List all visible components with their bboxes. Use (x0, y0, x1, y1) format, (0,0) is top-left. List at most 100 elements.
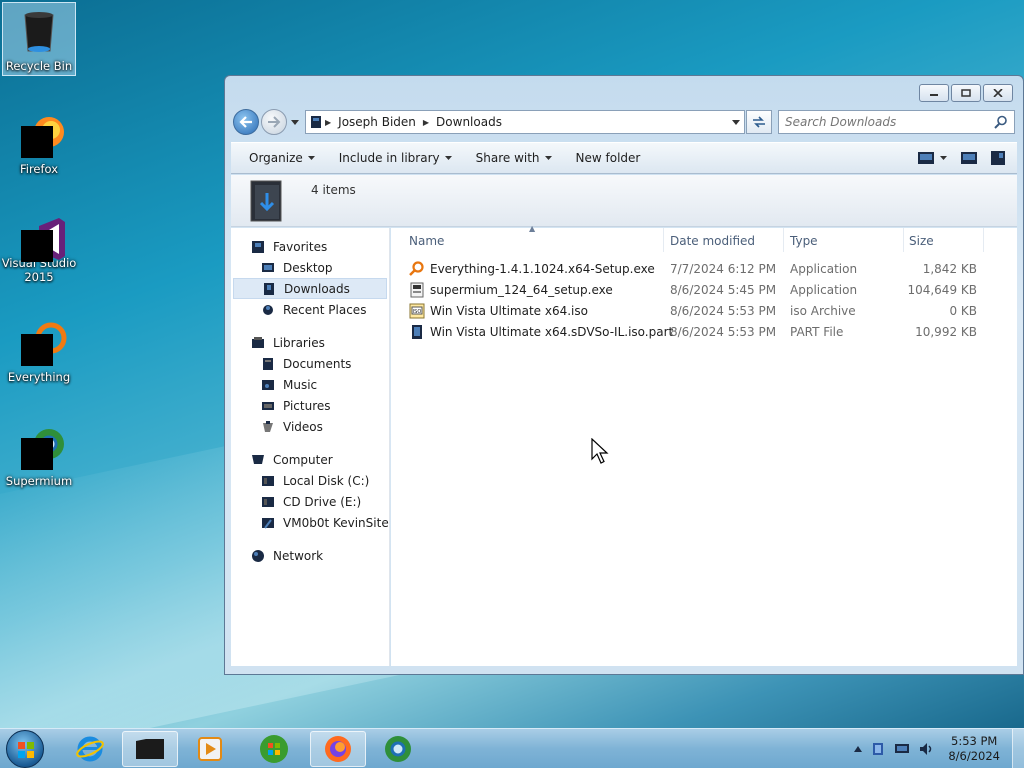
file-date: 8/6/2024 5:45 PM (670, 283, 777, 297)
share-with-label: Share with (475, 151, 540, 165)
minimize-button[interactable] (919, 84, 949, 102)
minimize-icon (930, 94, 938, 96)
change-view-button[interactable] (918, 152, 947, 164)
nav-local-disk-label: Local Disk (C:) (283, 473, 370, 488)
chevron-down-icon (940, 156, 947, 160)
column-size[interactable]: Size (909, 234, 934, 248)
media-player-icon (198, 737, 222, 761)
action-center-flag-icon[interactable] (870, 741, 886, 757)
taskbar-windows-explorer[interactable] (122, 731, 178, 767)
firefox-icon (325, 736, 351, 762)
nav-network-share[interactable]: VM0b0t KevinSite (231, 512, 389, 533)
svg-text:ISO: ISO (413, 309, 422, 315)
recycle-bin-icon (19, 9, 59, 53)
refresh-button[interactable] (746, 110, 772, 134)
view-icon (918, 152, 934, 164)
column-type[interactable]: Type (790, 234, 818, 248)
desktop-icon-supermium[interactable]: Supermium (2, 418, 76, 492)
close-button[interactable] (983, 84, 1013, 102)
file-row[interactable]: ISO Win Vista Ultimate x64.iso 8/6/2024 … (391, 301, 1017, 322)
breadcrumb-separator: ▶ (422, 117, 430, 127)
nav-music-label: Music (283, 377, 318, 392)
nav-cd-drive-e[interactable]: CD Drive (E:) (231, 491, 389, 512)
desktop-icon-recycle-bin[interactable]: Recycle Bin (2, 2, 76, 76)
network-status-icon[interactable] (894, 741, 910, 757)
desktop-icon-label: Supermium (5, 474, 73, 488)
chevron-down-icon (444, 156, 452, 160)
nav-desktop[interactable]: Desktop (231, 257, 389, 278)
recent-pages-dropdown[interactable] (289, 119, 301, 125)
nav-documents-label: Documents (283, 356, 352, 371)
search-icon[interactable] (994, 115, 1008, 129)
libraries-icon (252, 336, 264, 348)
column-headers: ▲ Name Date modified Type Size (391, 224, 1017, 252)
taskbar-media-center[interactable] (246, 731, 302, 767)
nav-music[interactable]: Music (231, 374, 389, 395)
nav-network[interactable]: Network (231, 545, 389, 566)
search-input[interactable] (785, 115, 994, 129)
clock[interactable]: 5:53 PM 8/6/2024 (948, 734, 1000, 764)
taskbar-firefox[interactable] (310, 731, 366, 767)
search-box[interactable] (778, 110, 1015, 134)
back-button[interactable] (233, 109, 259, 135)
organize-label: Organize (249, 151, 303, 165)
maximize-button[interactable] (951, 84, 981, 102)
taskbar-internet-explorer[interactable] (62, 731, 118, 767)
nav-libraries[interactable]: Libraries (231, 332, 389, 353)
clock-time: 5:53 PM (951, 734, 998, 748)
computer-icon (252, 454, 264, 464)
column-name[interactable]: Name (409, 234, 444, 248)
volume-icon[interactable] (918, 741, 934, 757)
nav-computer[interactable]: Computer (231, 449, 389, 470)
firefox-icon (19, 112, 64, 158)
nav-downloads-label: Downloads (284, 281, 350, 296)
organize-button[interactable]: Organize (237, 146, 327, 170)
nav-videos-label: Videos (283, 419, 323, 434)
navigation-bar: ▶ Joseph Biden ▶ Downloads (233, 108, 1015, 136)
taskbar-supermium[interactable] (370, 731, 426, 767)
nav-videos[interactable]: Videos (231, 416, 389, 437)
show-desktop-button[interactable] (1012, 729, 1024, 768)
new-folder-label: New folder (575, 151, 641, 165)
nav-downloads[interactable]: Downloads (233, 278, 387, 299)
file-name: Win Vista Ultimate x64.iso (430, 304, 588, 318)
taskbar-media-player[interactable] (182, 731, 238, 767)
clock-date: 8/6/2024 (948, 749, 1000, 763)
nav-local-disk-c[interactable]: Local Disk (C:) (231, 470, 389, 491)
file-type: PART File (790, 325, 844, 339)
visual-studio-icon (19, 216, 65, 262)
chevron-down-icon (544, 156, 552, 160)
address-bar[interactable]: ▶ Joseph Biden ▶ Downloads (305, 110, 745, 134)
desktop-icon-visual-studio[interactable]: Visual Studio 2015 (2, 210, 76, 284)
column-date-modified[interactable]: Date modified (670, 234, 755, 248)
mouse-cursor-icon (591, 438, 609, 464)
file-row[interactable]: Everything-1.4.1.1024.x64-Setup.exe 7/7/… (391, 259, 1017, 280)
nav-pictures[interactable]: Pictures (231, 395, 389, 416)
part-file-icon (412, 325, 422, 339)
chevron-down-icon (307, 156, 315, 160)
file-size: 1,842 KB (922, 262, 977, 276)
desktop-icon-firefox[interactable]: Firefox (2, 106, 76, 180)
breadcrumb-user[interactable]: Joseph Biden (338, 115, 416, 129)
breadcrumb-downloads[interactable]: Downloads (436, 115, 502, 129)
nav-network-share-label: VM0b0t KevinSite (283, 515, 389, 530)
nav-recent-places[interactable]: Recent Places (231, 299, 389, 320)
cd-drive-icon (262, 496, 274, 507)
nav-favorites[interactable]: Favorites (231, 236, 389, 257)
taskbar: 5:53 PM 8/6/2024 (0, 728, 1024, 768)
nav-documents[interactable]: Documents (231, 353, 389, 374)
desktop-icon-everything[interactable]: Everything (2, 314, 76, 388)
file-size: 0 KB (949, 304, 977, 318)
start-button[interactable] (6, 730, 44, 768)
preview-pane-icon[interactable] (961, 152, 977, 164)
arrow-right-icon (268, 116, 281, 128)
help-icon[interactable] (991, 151, 1005, 165)
include-in-library-button[interactable]: Include in library (327, 146, 464, 170)
show-hidden-icons-icon[interactable] (854, 746, 863, 752)
share-with-button[interactable]: Share with (464, 146, 564, 170)
new-folder-button[interactable]: New folder (564, 146, 653, 170)
file-row[interactable]: Win Vista Ultimate x64.sDVSo-IL.iso.part… (391, 322, 1017, 343)
file-row[interactable]: supermium_124_64_setup.exe 8/6/2024 5:45… (391, 280, 1017, 301)
forward-button[interactable] (261, 109, 287, 135)
address-dropdown-icon[interactable] (732, 119, 740, 125)
